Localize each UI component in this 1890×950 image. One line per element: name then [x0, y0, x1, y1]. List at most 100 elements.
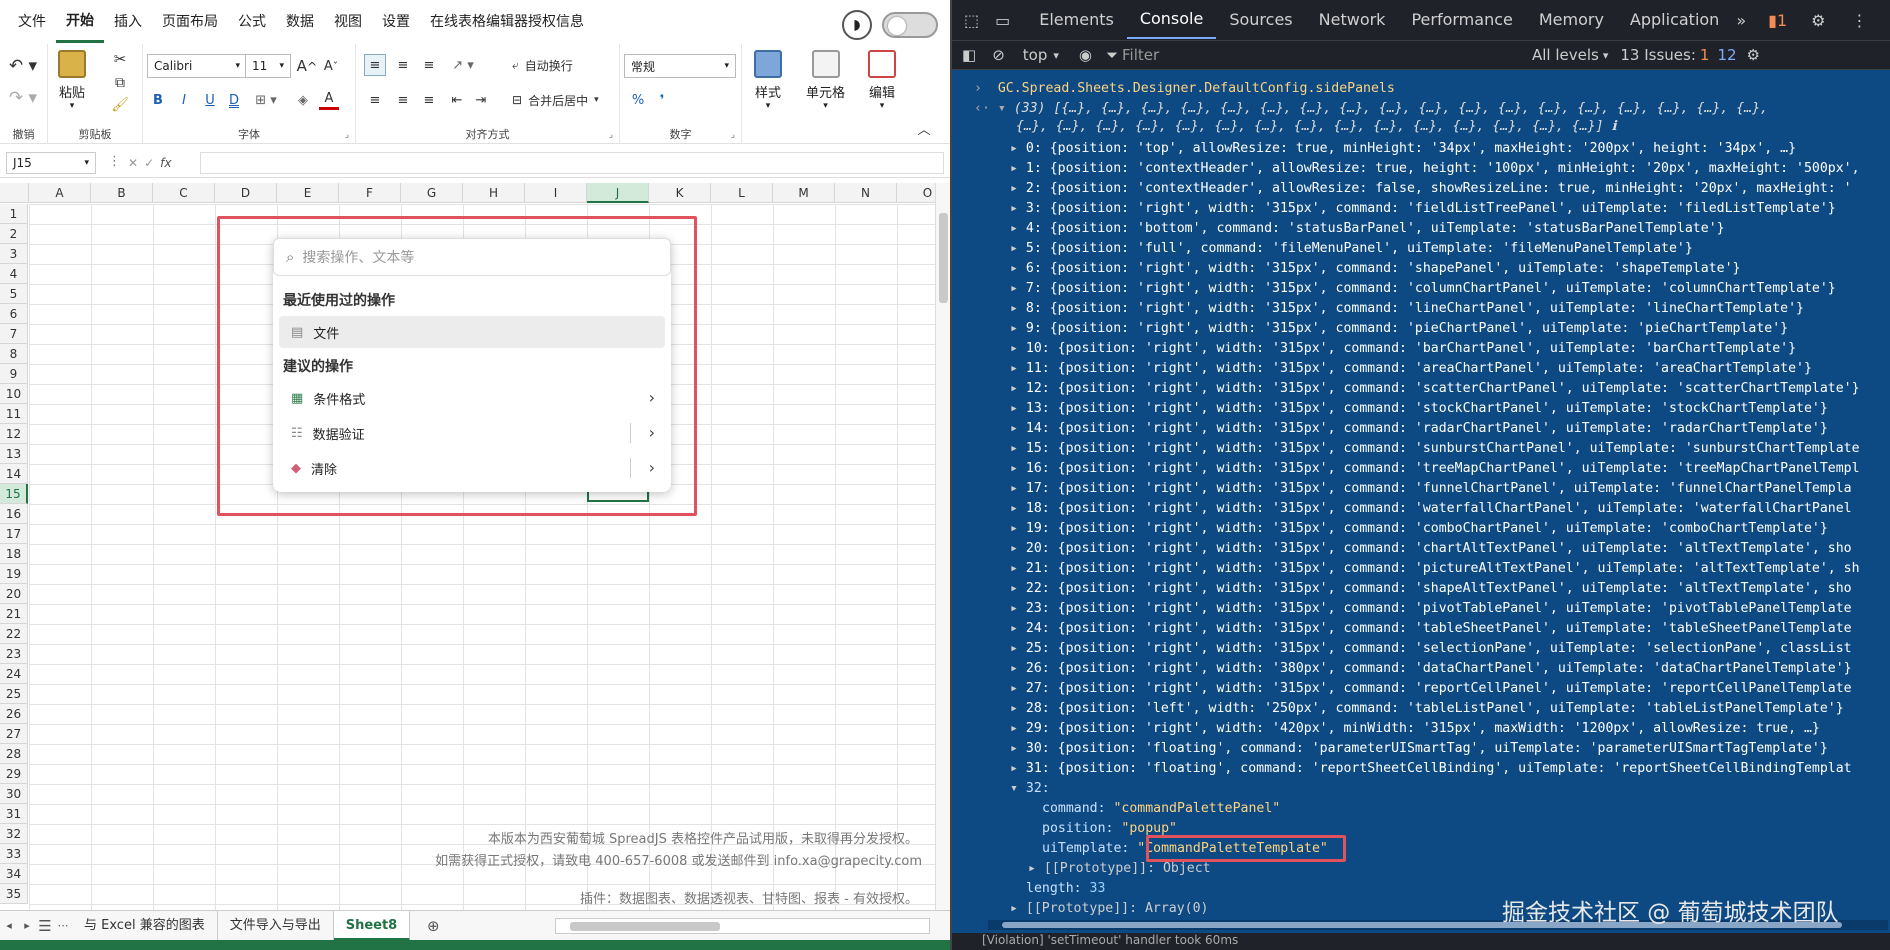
array-entry[interactable]: ▸ 22: {position: 'right', width: '315px'… [952, 579, 1890, 599]
format-painter-icon[interactable]: 🖌 [110, 96, 130, 114]
row-header-6[interactable]: 6 [0, 304, 28, 324]
number-launcher-icon[interactable]: ⌟ [731, 130, 735, 140]
row-header-12[interactable]: 12 [0, 424, 28, 444]
collapse-ribbon-icon[interactable]: ︿ [914, 118, 934, 138]
sheet-list-icon[interactable]: ☰ [36, 917, 54, 935]
indent-decrease-icon[interactable]: ⇤ [446, 90, 468, 110]
tab-next-icon[interactable]: ▸ [18, 919, 36, 932]
cells-button[interactable]: 单元格 ▾ [806, 50, 845, 111]
tab-network[interactable]: Network [1306, 0, 1399, 40]
column-header-g[interactable]: G [401, 183, 463, 203]
confirm-icon[interactable]: ✓ [144, 156, 154, 170]
entry-32[interactable]: ▾ 32: [952, 779, 1890, 799]
undo-icon[interactable]: ↶ ▾ [6, 56, 40, 76]
column-header-i[interactable]: I [525, 183, 587, 203]
array-entry[interactable]: ▸ 27: {position: 'right', width: '315px'… [952, 679, 1890, 699]
row-header-26[interactable]: 26 [0, 704, 28, 724]
cut-icon[interactable]: ✂ [110, 50, 130, 68]
align-left-icon[interactable]: ≡ [364, 90, 386, 110]
row-header-22[interactable]: 22 [0, 624, 28, 644]
tab-memory[interactable]: Memory [1526, 0, 1617, 40]
row-header-18[interactable]: 18 [0, 544, 28, 564]
horizontal-scrollbar[interactable] [555, 918, 930, 934]
column-header-o[interactable]: O [897, 183, 935, 203]
indent-increase-icon[interactable]: ⇥ [470, 90, 492, 110]
filter-input[interactable]: Filter [1122, 46, 1532, 64]
comma-style-icon[interactable]: ❜ [652, 90, 672, 110]
column-header-n[interactable]: N [835, 183, 897, 203]
cancel-icon[interactable]: ✕ [128, 156, 138, 170]
percent-icon[interactable]: % [628, 90, 648, 110]
issues-label[interactable]: 13 Issues: [1620, 46, 1700, 64]
console-result-summary[interactable]: ‹· ▾ (33) [{…}, {…}, {…}, {…}, {…}, {…},… [952, 99, 1890, 119]
column-header-b[interactable]: B [91, 183, 153, 203]
fx-icon[interactable]: fx [160, 156, 171, 170]
array-entry[interactable]: ▸ 4: {position: 'bottom', command: 'stat… [952, 219, 1890, 239]
tab-console[interactable]: Console [1126, 1, 1217, 39]
array-entry[interactable]: ▸ 31: {position: 'floating', command: 'r… [952, 759, 1890, 779]
row-header-9[interactable]: 9 [0, 364, 28, 384]
row-header-5[interactable]: 5 [0, 284, 28, 304]
array-entry[interactable]: ▸ 18: {position: 'right', width: '315px'… [952, 499, 1890, 519]
align-bottom-icon[interactable]: ≡ [418, 54, 440, 76]
italic-icon[interactable]: I [175, 90, 193, 110]
font-color-icon[interactable]: A [319, 90, 339, 110]
alignment-launcher-icon[interactable]: ⌟ [609, 130, 613, 140]
column-header-l[interactable]: L [711, 183, 773, 203]
horizontal-scroll-thumb[interactable] [570, 922, 720, 931]
font-size-select[interactable]: 11 ▾ [245, 54, 291, 78]
array-entry[interactable]: ▸ 11: {position: 'right', width: '315px'… [952, 359, 1890, 379]
device-icon[interactable]: ▭ [989, 11, 1026, 30]
array-entry[interactable]: ▸ 7: {position: 'right', width: '315px',… [952, 279, 1890, 299]
sheet-tab-sheet8[interactable]: Sheet8 [333, 910, 411, 941]
column-header-f[interactable]: F [339, 183, 401, 203]
merge-center-button[interactable]: ⊟ 合并后居中 ▾ [512, 90, 599, 110]
array-entry[interactable]: ▸ 14: {position: 'right', width: '315px'… [952, 419, 1890, 439]
row-header-7[interactable]: 7 [0, 324, 28, 344]
settings-icon[interactable]: ⚙ [1787, 11, 1841, 30]
array-entry[interactable]: ▸ 10: {position: 'right', width: '315px'… [952, 339, 1890, 359]
menu-file[interactable]: 文件 [8, 0, 56, 44]
align-center-icon[interactable]: ≡ [392, 90, 414, 110]
column-header-e[interactable]: E [277, 183, 339, 203]
more-icon[interactable]: ⋮ [108, 154, 121, 169]
array-entry[interactable]: ▸ 23: {position: 'right', width: '315px'… [952, 599, 1890, 619]
array-entry[interactable]: ▸ 8: {position: 'right', width: '315px',… [952, 299, 1890, 319]
array-entry[interactable]: ▸ 29: {position: 'right', width: '420px'… [952, 719, 1890, 739]
sheet-tab-import-export[interactable]: 文件导入与导出 [218, 910, 334, 941]
align-middle-icon[interactable]: ≡ [392, 54, 414, 76]
column-header-j[interactable]: J [587, 183, 649, 203]
menu-insert[interactable]: 插入 [104, 0, 152, 44]
array-entry[interactable]: ▸ 0: {position: 'top', allowResize: true… [952, 139, 1890, 159]
array-entry[interactable]: ▸ 5: {position: 'full', command: 'fileMe… [952, 239, 1890, 259]
tab-sources[interactable]: Sources [1216, 0, 1305, 40]
array-entry[interactable]: ▸ 19: {position: 'right', width: '315px'… [952, 519, 1890, 539]
select-all-corner[interactable] [0, 183, 29, 203]
edit-button[interactable]: 编辑 ▾ [868, 50, 896, 111]
row-header-21[interactable]: 21 [0, 604, 28, 624]
border-icon[interactable]: ⊞ ▾ [251, 90, 281, 110]
name-box[interactable]: J15 ▾ [6, 152, 96, 174]
font-launcher-icon[interactable]: ⌟ [345, 130, 349, 140]
row-header-14[interactable]: 14 [0, 464, 28, 484]
array-entry[interactable]: ▸ 21: {position: 'right', width: '315px'… [952, 559, 1890, 579]
more-tabs-icon[interactable]: » [1732, 11, 1768, 30]
array-entry[interactable]: ▸ 24: {position: 'right', width: '315px'… [952, 619, 1890, 639]
kebab-menu-icon[interactable]: ⋮ [1841, 11, 1877, 30]
prototype-object[interactable]: ▸ [[Prototype]]: Object [952, 859, 1890, 879]
paste-button[interactable]: 粘贴 ▾ [58, 50, 86, 111]
row-header-19[interactable]: 19 [0, 564, 28, 584]
theme-toggle[interactable] [882, 12, 938, 38]
array-entry[interactable]: ▸ 25: {position: 'right', width: '315px'… [952, 639, 1890, 659]
menu-home[interactable]: 开始 [56, 2, 104, 43]
copy-icon[interactable]: ⧉ [110, 74, 130, 92]
row-header-25[interactable]: 25 [0, 684, 28, 704]
tab-prev-icon[interactable]: ◂ [0, 919, 18, 932]
array-entry[interactable]: ▸ 3: {position: 'right', width: '315px',… [952, 199, 1890, 219]
redo-icon[interactable]: ↷ ▾ [6, 88, 40, 108]
underline-icon[interactable]: U [201, 90, 219, 110]
styles-button[interactable]: 样式 ▾ [754, 50, 782, 111]
add-sheet-icon[interactable]: ⊕ [424, 917, 442, 935]
row-header-16[interactable]: 16 [0, 504, 28, 524]
menu-license-info[interactable]: 在线表格编辑器授权信息 [420, 0, 594, 44]
